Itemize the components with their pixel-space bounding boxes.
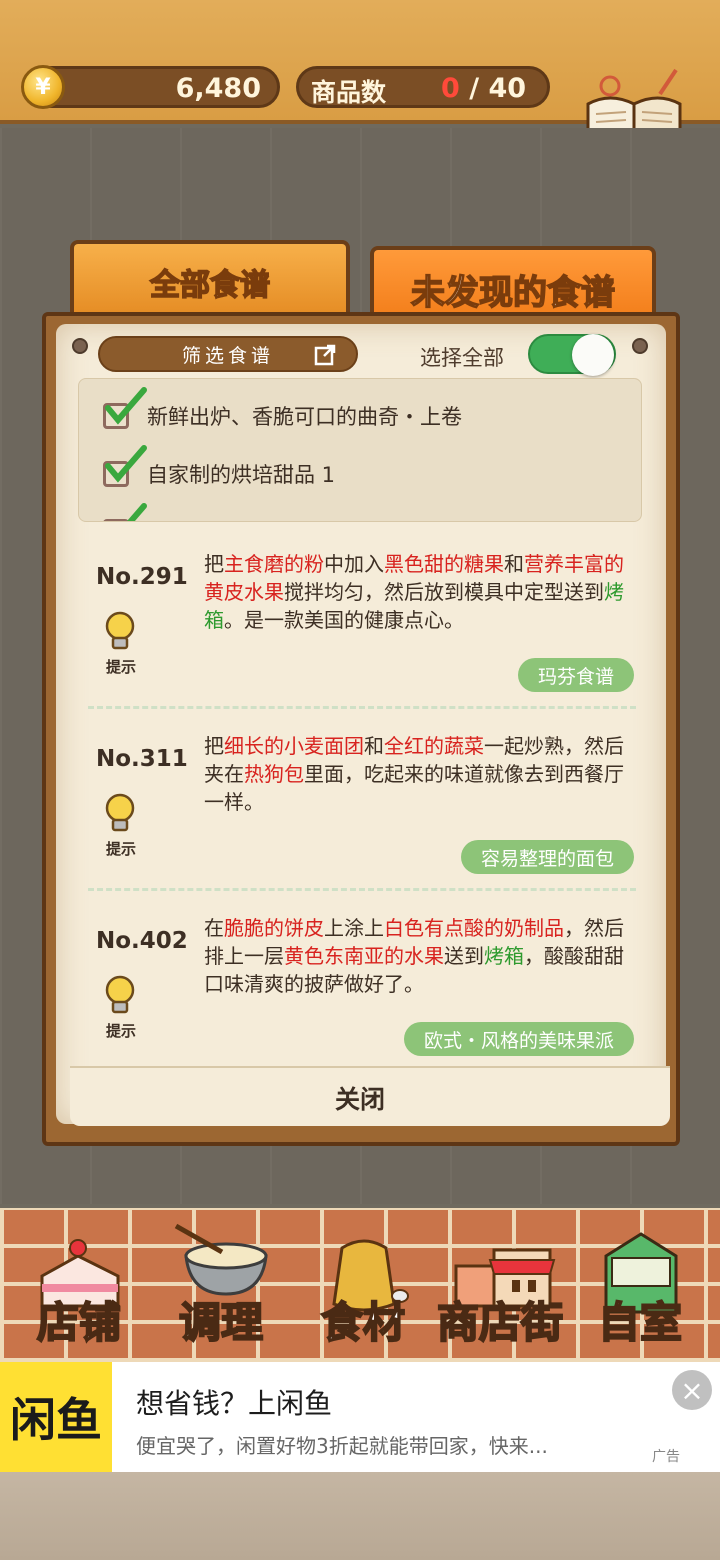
ad-label: 广告 <box>652 1449 680 1465</box>
recipe-number: No.291 <box>96 564 188 590</box>
ingredient-highlight: 黄色东南亚的水果 <box>284 944 444 968</box>
recipe-number: No.402 <box>96 928 188 954</box>
tab-all-recipes[interactable]: 全部食谱 <box>70 240 350 320</box>
coin-icon: ¥ <box>21 65 65 109</box>
description-text: 搅拌均匀，然后放到模具中定型送到 <box>284 580 604 604</box>
description-text: 把 <box>204 552 224 576</box>
nav-shopping-street[interactable]: 商店街 <box>430 1212 570 1358</box>
nav-label: 商店街 <box>436 1297 564 1348</box>
money-value: 6,480 <box>175 73 261 104</box>
hint-label[interactable]: 提示 <box>106 1020 136 1041</box>
pin-icon <box>72 338 88 354</box>
recipe-description: 在脆脆的饼皮上涂上白色有点酸的奶制品，然后排上一层黄色东南亚的水果送到烤箱，酸酸… <box>204 914 634 998</box>
description-text: 和 <box>364 734 384 758</box>
ad-title: 想省钱？上闲鱼 <box>136 1387 333 1420</box>
recipe-description: 把细长的小麦面团和全红的蔬菜一起炒熟，然后夹在热狗包里面，吃起来的味道就像去到西… <box>204 732 634 816</box>
divider <box>88 888 636 891</box>
recipe-entry: No.291 提示 把主食磨的粉中加入黑色甜的糖果和营养丰富的黄皮水果搅拌均匀，… <box>78 538 648 708</box>
goods-current: 0 <box>441 73 460 104</box>
nav-label: 调理 <box>178 1297 264 1348</box>
filter-item-label: 自家制的烘培甜品 1 <box>147 463 336 487</box>
divider <box>88 706 636 709</box>
close-button[interactable]: 关闭 <box>310 1080 410 1120</box>
lightbulb-icon[interactable] <box>102 610 138 656</box>
recipe-entry: No.402 提示 在脆脆的饼皮上涂上白色有点酸的奶制品，然后排上一层黄色东南亚… <box>78 902 648 1072</box>
ad-logo: 闲鱼 <box>0 1362 112 1472</box>
nav-my-room[interactable]: 自室 <box>590 1212 690 1358</box>
goods-count-display: 商品数 0 / 40 <box>296 66 550 108</box>
description-text: 送到 <box>444 944 484 968</box>
recipe-entry: No.311 提示 把细长的小麦面团和全红的蔬菜一起炒熟，然后夹在热狗包里面，吃… <box>78 720 648 890</box>
checkmark-icon <box>108 503 147 521</box>
recipe-category-tag: 欧式・风格的美味果派 <box>403 1022 634 1056</box>
ad-close-button[interactable]: × <box>672 1370 712 1410</box>
ingredient-highlight: 黑色甜的糖果 <box>384 552 504 576</box>
checkbox[interactable] <box>103 445 147 487</box>
hint-label[interactable]: 提示 <box>106 838 136 859</box>
filter-item[interactable]: 自家制的烘培甜品 1 <box>103 445 336 499</box>
select-all-label: 选择全部 <box>420 346 504 370</box>
checkbox <box>103 503 147 521</box>
goods-count: 0 / 40 <box>441 73 526 104</box>
description-text: 和 <box>504 552 524 576</box>
recipe-number: No.311 <box>96 746 188 772</box>
ingredient-highlight: 热狗包 <box>244 762 304 786</box>
checkmark-icon <box>105 445 147 483</box>
ingredient-highlight: 全红的蔬菜 <box>384 734 484 758</box>
checkbox[interactable] <box>103 387 147 429</box>
lightbulb-icon[interactable] <box>102 792 138 838</box>
filter-item[interactable]: 新鲜出炉、香脆可口的曲奇・上卷 <box>103 387 462 441</box>
filter-recipes-label: 筛选食谱 <box>181 344 274 367</box>
external-link-icon <box>314 344 336 366</box>
goods-label: 商品数 <box>311 78 387 107</box>
recipe-category-tag: 容易整理的面包 <box>460 840 634 874</box>
filter-recipes-button[interactable]: 筛选食谱 <box>98 336 358 372</box>
filter-list[interactable]: 新鲜出炉、香脆可口的曲奇・上卷 自家制的烘培甜品 1 <box>78 378 642 522</box>
ad-subtitle: 便宜哭了，闲置好物3折起就能带回家，快来... <box>136 1434 548 1458</box>
nav-label: 食材 <box>320 1297 406 1348</box>
goods-total: / 40 <box>469 73 527 104</box>
nav-shop[interactable]: 店铺 <box>22 1212 136 1358</box>
lightbulb-icon[interactable] <box>102 974 138 1020</box>
description-text: 上涂上 <box>324 916 384 940</box>
select-all-toggle[interactable] <box>528 334 616 376</box>
equipment-highlight: 烤箱 <box>484 944 524 968</box>
ingredient-highlight: 细长的小麦面团 <box>224 734 364 758</box>
recipe-category-tag: 玛芬食谱 <box>517 658 634 692</box>
description-text: 。是一款美国的健康点心。 <box>224 608 464 632</box>
checkmark-icon <box>105 387 147 425</box>
toggle-knob <box>572 334 614 376</box>
description-text: 把 <box>204 734 224 758</box>
ingredient-highlight: 脆脆的饼皮 <box>224 916 324 940</box>
description-text: 在 <box>204 916 224 940</box>
nav-ingredients[interactable]: 食材 <box>310 1212 416 1358</box>
nav-label: 店铺 <box>36 1297 122 1348</box>
hint-label[interactable]: 提示 <box>106 656 136 677</box>
money-display: ¥ 6,480 <box>21 65 280 109</box>
filter-item-label: 新鲜出炉、香脆可口的曲奇・上卷 <box>147 405 462 429</box>
ad-banner[interactable]: 闲鱼 想省钱？上闲鱼 便宜哭了，闲置好物3折起就能带回家，快来... × 广告 <box>0 1362 720 1472</box>
nav-label: 自室 <box>597 1297 683 1348</box>
ingredient-highlight: 主食磨的粉 <box>224 552 324 576</box>
pin-icon <box>632 338 648 354</box>
filter-item-partial <box>103 503 147 521</box>
nav-cook[interactable]: 调理 <box>162 1212 280 1358</box>
description-text: 中加入 <box>324 552 384 576</box>
ingredient-highlight: 白色有点酸的奶制品 <box>384 916 564 940</box>
recipe-description: 把主食磨的粉中加入黑色甜的糖果和营养丰富的黄皮水果搅拌均匀，然后放到模具中定型送… <box>204 550 634 634</box>
bottom-strip <box>0 1472 720 1560</box>
